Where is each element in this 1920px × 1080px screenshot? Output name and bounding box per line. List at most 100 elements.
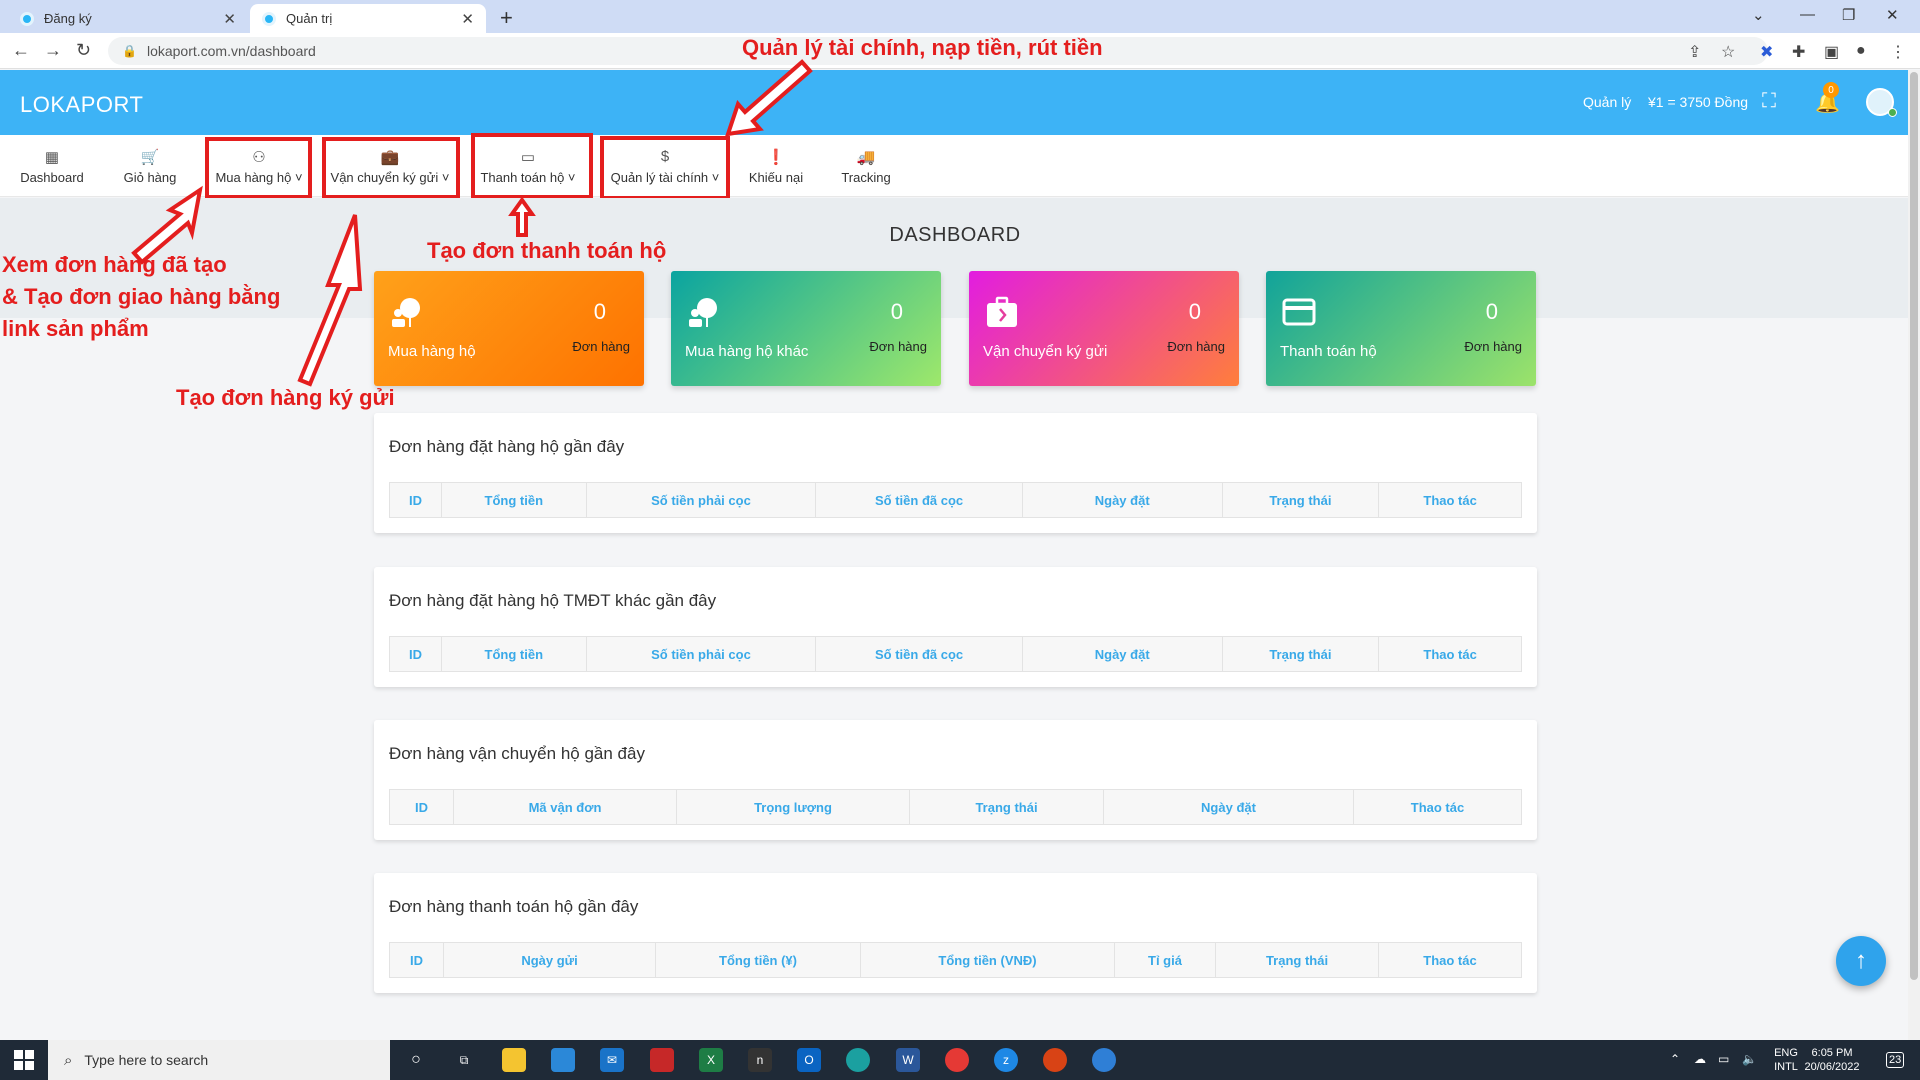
restore-icon[interactable]: ❐ [1842, 6, 1855, 24]
menu-item-khieu-nai[interactable]: ❗ Khiếu nại [740, 135, 812, 197]
column-header[interactable]: Ngày đặt [1023, 637, 1223, 671]
word-icon[interactable]: W [896, 1048, 920, 1072]
menu-item-label: Dashboard [20, 169, 84, 185]
menu-item-dashboard[interactable]: ▦ Dashboard [10, 135, 94, 197]
taskbar-search-box[interactable]: ⌕ Type here to search [48, 1040, 390, 1080]
column-header[interactable]: ID [390, 637, 442, 671]
store-icon[interactable] [551, 1048, 575, 1072]
column-header[interactable]: Tổng tiền (¥) [656, 943, 861, 977]
outlook-icon[interactable]: O [797, 1048, 821, 1072]
card-title: Mua hàng hộ [388, 343, 476, 360]
bookmark-star-icon[interactable]: ☆ [1721, 42, 1735, 62]
minimize-icon[interactable]: — [1800, 6, 1815, 23]
column-header[interactable]: Ngày đặt [1104, 790, 1354, 824]
column-header[interactable]: Mã vận đơn [454, 790, 677, 824]
url-text: lokaport.com.vn/dashboard [146, 43, 316, 59]
summary-card-mua-hang-ho-khac[interactable]: Mua hàng hộ khác 0 Đơn hàng [671, 271, 941, 386]
app-logo[interactable]: LOKAPORT [20, 92, 143, 118]
column-header[interactable]: Trạng thái [1223, 637, 1380, 671]
scrollbar-thumb[interactable] [1910, 72, 1918, 980]
column-header[interactable]: Ngày đặt [1023, 483, 1223, 517]
chrome-profile-icon[interactable] [1043, 1048, 1067, 1072]
new-tab-plus-icon[interactable]: + [500, 5, 513, 31]
column-header[interactable]: Số tiền đã cọc [816, 637, 1023, 671]
fullscreen-icon[interactable]: ⛶ [1762, 90, 1776, 113]
close-window-icon[interactable]: ✕ [1886, 6, 1899, 24]
file-explorer-icon[interactable] [502, 1048, 526, 1072]
close-tab-icon[interactable]: ✕ [223, 10, 236, 28]
taskbar-search-placeholder: Type here to search [84, 1052, 209, 1068]
menu-item-label: Khiếu nại [748, 169, 804, 185]
share-icon[interactable]: ⇪ [1688, 42, 1701, 62]
chrome-active-icon[interactable] [1092, 1048, 1116, 1072]
chrome-icon[interactable] [945, 1048, 969, 1072]
onedrive-icon[interactable]: ☁ [1694, 1052, 1706, 1066]
column-header[interactable]: Thao tác [1379, 637, 1521, 671]
column-header[interactable]: Tổng tiền [442, 483, 587, 517]
reload-icon[interactable]: ↻ [76, 40, 91, 61]
annotation-orders-line2: & Tạo đơn giao hàng bằng [2, 284, 281, 309]
profile-icon[interactable]: ● [1856, 42, 1866, 60]
menu-item-tracking[interactable]: 🚚 Tracking [828, 135, 904, 197]
column-header[interactable]: ID [390, 943, 444, 977]
column-header[interactable]: Tỉ giá [1115, 943, 1216, 977]
card-title: Vận chuyển ký gửi [983, 343, 1108, 360]
column-header[interactable]: Số tiền phải cọc [587, 637, 817, 671]
column-header[interactable]: Trạng thái [1223, 483, 1380, 517]
clock[interactable]: 6:05 PM 20/06/2022 [1800, 1046, 1864, 1074]
windows-taskbar: ⌕ Type here to search ○ ⧉ ✉ X n O W z ⌃ … [0, 1040, 1920, 1080]
side-panel-icon[interactable]: ▣ [1824, 42, 1839, 62]
volume-icon[interactable]: 🔈 [1742, 1052, 1757, 1066]
browser-menu-icon[interactable]: ⋮ [1890, 42, 1906, 62]
app-icon[interactable] [650, 1048, 674, 1072]
tab-dang-ky[interactable]: Đăng ký ✕ [8, 4, 248, 33]
column-header[interactable]: Trạng thái [1216, 943, 1379, 977]
lock-icon: 🔒 [122, 44, 137, 58]
column-header[interactable]: ID [390, 483, 442, 517]
edge-icon[interactable] [846, 1048, 870, 1072]
column-header[interactable]: ID [390, 790, 454, 824]
column-header[interactable]: Thao tác [1379, 943, 1521, 977]
puzzle-extensions-icon[interactable]: ✚ [1792, 42, 1805, 62]
column-header[interactable]: Thao tác [1379, 483, 1521, 517]
close-tab-icon[interactable]: ✕ [461, 10, 474, 28]
back-arrow-icon[interactable]: ← [12, 40, 30, 61]
highlight-box-van-chuyen [322, 137, 460, 199]
mail-icon[interactable]: ✉ [600, 1048, 624, 1072]
column-header[interactable]: Số tiền đã cọc [816, 483, 1023, 517]
cortana-icon[interactable]: ○ [404, 1048, 428, 1072]
extension-x-icon[interactable]: ✖ [1760, 42, 1773, 62]
card-title: Mua hàng hộ khác [685, 343, 809, 360]
zalo-icon[interactable]: z [994, 1048, 1018, 1072]
column-header[interactable]: Ngày gửi [444, 943, 656, 977]
tab-quan-tri[interactable]: Quản trị ✕ [250, 4, 486, 33]
menu-item-cart[interactable]: 🛒 Giỏ hàng [110, 135, 190, 197]
column-header[interactable]: Thao tác [1354, 790, 1521, 824]
content-banner-background [0, 198, 1920, 318]
nox-icon[interactable]: n [748, 1048, 772, 1072]
tab-search-chevron-icon[interactable]: ⌄ [1752, 6, 1765, 24]
column-header[interactable]: Tổng tiền [442, 637, 587, 671]
manage-link[interactable]: Quản lý [1583, 94, 1631, 110]
forward-arrow-icon[interactable]: → [44, 40, 62, 61]
exchange-rate: ¥1 = 3750 Đồng [1648, 94, 1749, 110]
card-unit: Đơn hàng [1464, 339, 1522, 354]
scroll-to-top-button[interactable]: ↑ [1836, 936, 1886, 986]
tray-chevron-icon[interactable]: ⌃ [1670, 1052, 1680, 1066]
summary-card-thanh-toan-ho[interactable]: Thanh toán hộ 0 Đơn hàng [1266, 271, 1536, 386]
column-header[interactable]: Trạng thái [910, 790, 1104, 824]
app-header: LOKAPORT Quản lý ¥1 = 3750 Đồng ⛶ 🔔 0 [0, 70, 1920, 135]
notification-center-count[interactable]: 23 [1886, 1052, 1905, 1068]
column-header[interactable]: Số tiền phải cọc [587, 483, 817, 517]
column-header[interactable]: Tổng tiền (VNĐ) [861, 943, 1115, 977]
network-icon[interactable]: ▭ [1718, 1052, 1729, 1066]
user-bubble-icon [689, 298, 717, 327]
summary-card-mua-hang-ho[interactable]: Mua hàng hộ 0 Đơn hàng [374, 271, 644, 386]
summary-card-van-chuyen-ky-gui[interactable]: Vận chuyển ký gửi 0 Đơn hàng [969, 271, 1239, 386]
search-icon: ⌕ [64, 1051, 73, 1069]
task-view-icon[interactable]: ⧉ [452, 1048, 476, 1072]
column-header[interactable]: Trọng lượng [677, 790, 910, 824]
clock-date: 20/06/2022 [1804, 1061, 1860, 1073]
excel-icon[interactable]: X [699, 1048, 723, 1072]
windows-start-icon[interactable] [14, 1050, 34, 1070]
